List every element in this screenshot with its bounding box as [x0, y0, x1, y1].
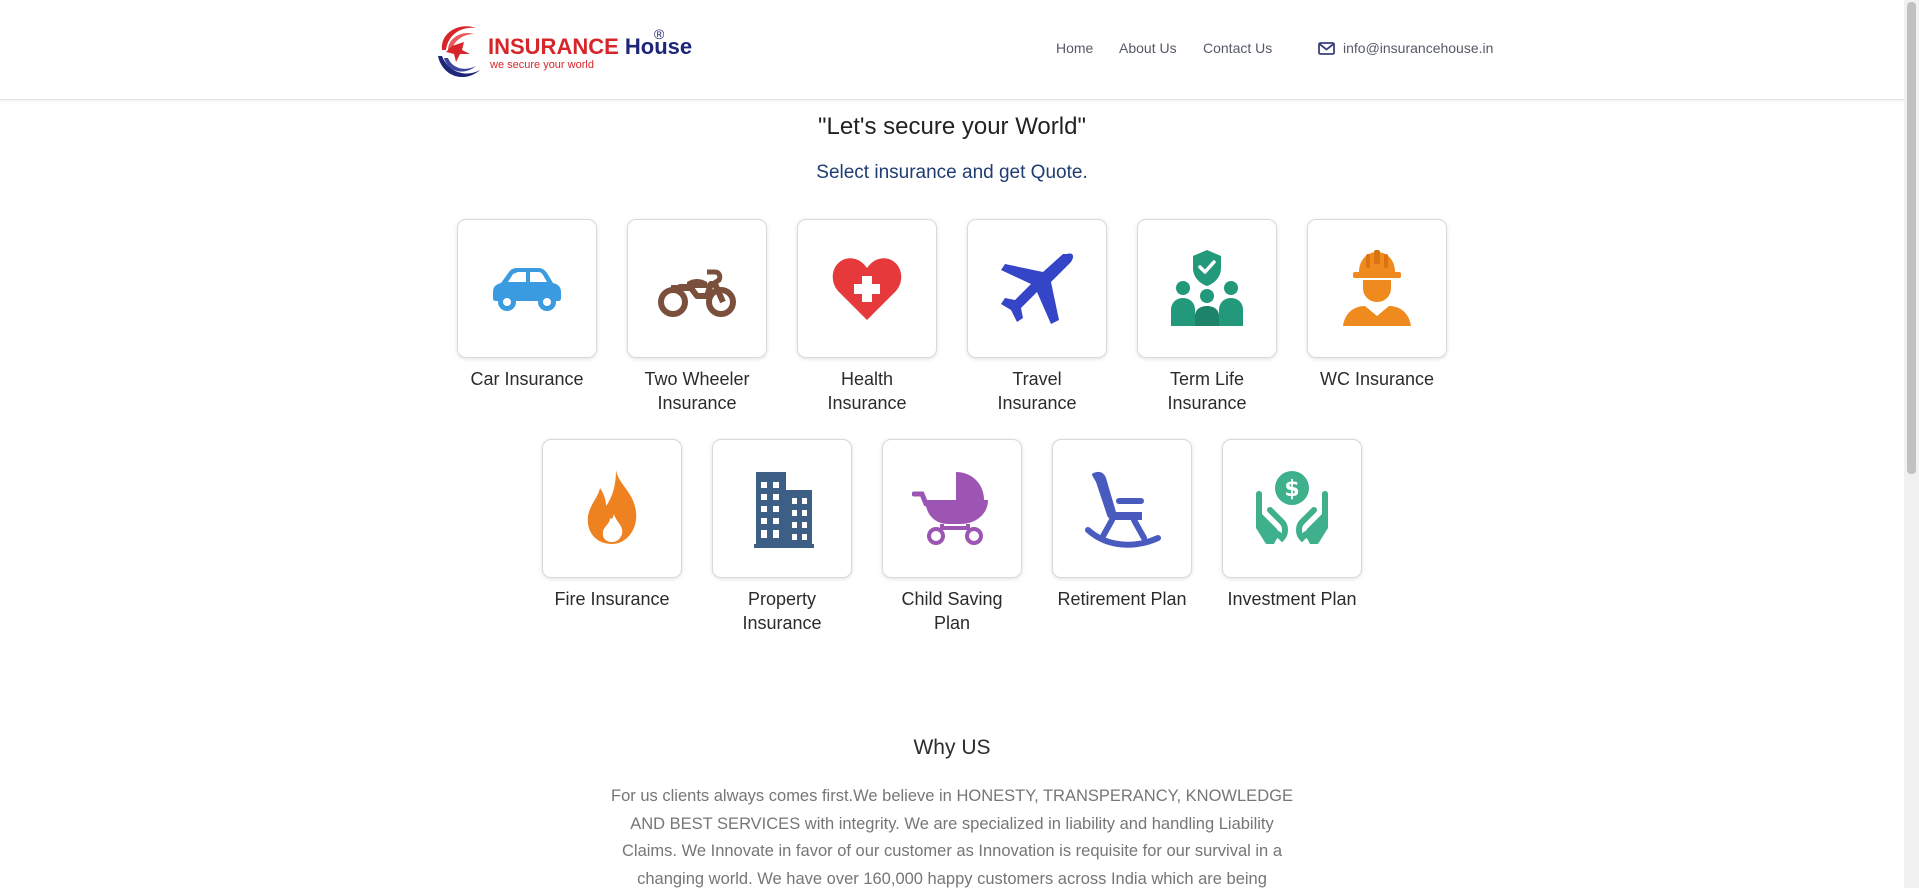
product-icon-box	[457, 219, 597, 358]
envelope-icon	[1318, 42, 1335, 55]
product-label: Two Wheeler Insurance	[644, 369, 750, 413]
registered-mark: ®	[654, 26, 665, 42]
why-us-title: Why US	[913, 736, 991, 759]
email-address: info@insurancehouse.in	[1343, 40, 1494, 56]
product-card-fire[interactable]: Fire Insurance	[542, 439, 682, 611]
product-icon-box	[1052, 439, 1192, 578]
nav-home[interactable]: Home	[1056, 40, 1093, 56]
product-label: WC Insurance	[1319, 369, 1435, 389]
svg-text:$: $	[1284, 477, 1299, 502]
product-icon-box	[967, 219, 1107, 358]
car-icon	[493, 268, 561, 311]
product-label: Car Insurance	[470, 369, 584, 389]
product-card-retirement[interactable]: Retirement Plan	[1052, 439, 1192, 611]
product-icon-box	[627, 219, 767, 358]
product-label: Child Saving Plan	[901, 589, 1003, 633]
rocking-chair-icon	[1085, 471, 1161, 548]
product-card-health[interactable]: Health Insurance	[797, 219, 937, 415]
product-card-wc[interactable]: WC Insurance	[1307, 219, 1447, 391]
heart-plus-icon	[832, 258, 902, 320]
baby-stroller-icon	[912, 472, 988, 545]
product-icon-box	[712, 439, 852, 578]
fire-icon	[587, 470, 637, 544]
airplane-icon	[1001, 253, 1074, 324]
product-label: Investment Plan	[1227, 589, 1357, 609]
product-label: Term Life Insurance	[1167, 369, 1247, 413]
product-icon-box	[882, 439, 1022, 578]
building-icon	[754, 472, 814, 548]
product-card-term-life[interactable]: Term Life Insurance	[1137, 219, 1277, 415]
hero-subtitle: Select insurance and get Quote.	[816, 162, 1088, 183]
why-us-text: For us clients always comes first.We bel…	[611, 787, 1293, 888]
product-card-car[interactable]: Car Insurance	[457, 219, 597, 391]
product-label: Fire Insurance	[554, 589, 670, 609]
logo-swoosh-icon	[438, 26, 480, 78]
product-icon-box: $	[1222, 439, 1362, 578]
product-card-two-wheeler[interactable]: Two Wheeler Insurance	[627, 219, 767, 415]
family-shield-icon	[1171, 250, 1243, 326]
scrollbar-thumb[interactable]	[1907, 2, 1916, 474]
product-icon-box	[1307, 219, 1447, 358]
product-icon-box	[797, 219, 937, 358]
nav-about-us[interactable]: About Us	[1119, 40, 1177, 56]
product-label: Travel Insurance	[997, 369, 1077, 413]
worker-helmet-icon	[1343, 250, 1411, 326]
product-icon-box	[542, 439, 682, 578]
product-label: Property Insurance	[742, 589, 822, 633]
product-icon-box	[1137, 219, 1277, 358]
product-card-travel[interactable]: Travel Insurance	[967, 219, 1107, 415]
page-scrollbar[interactable]	[1904, 0, 1919, 888]
site-header: INSURANCE House ® we secure your world H…	[0, 0, 1904, 100]
product-card-investment[interactable]: $ Investment Plan	[1222, 439, 1362, 611]
hand-holding-dollar-icon: $	[1256, 471, 1328, 544]
hero-title: "Let's secure your World"	[818, 113, 1086, 140]
product-card-child-saving[interactable]: Child Saving Plan	[882, 439, 1022, 635]
insurance-house-logo[interactable]: INSURANCE House ® we secure your world	[434, 18, 692, 84]
motorcycle-icon	[658, 269, 736, 317]
logo-tagline: we secure your world	[490, 59, 594, 71]
product-card-property[interactable]: Property Insurance	[712, 439, 852, 635]
nav-contact-us[interactable]: Contact Us	[1203, 40, 1272, 56]
product-label: Health Insurance	[827, 369, 907, 413]
product-label: Retirement Plan	[1057, 589, 1187, 609]
